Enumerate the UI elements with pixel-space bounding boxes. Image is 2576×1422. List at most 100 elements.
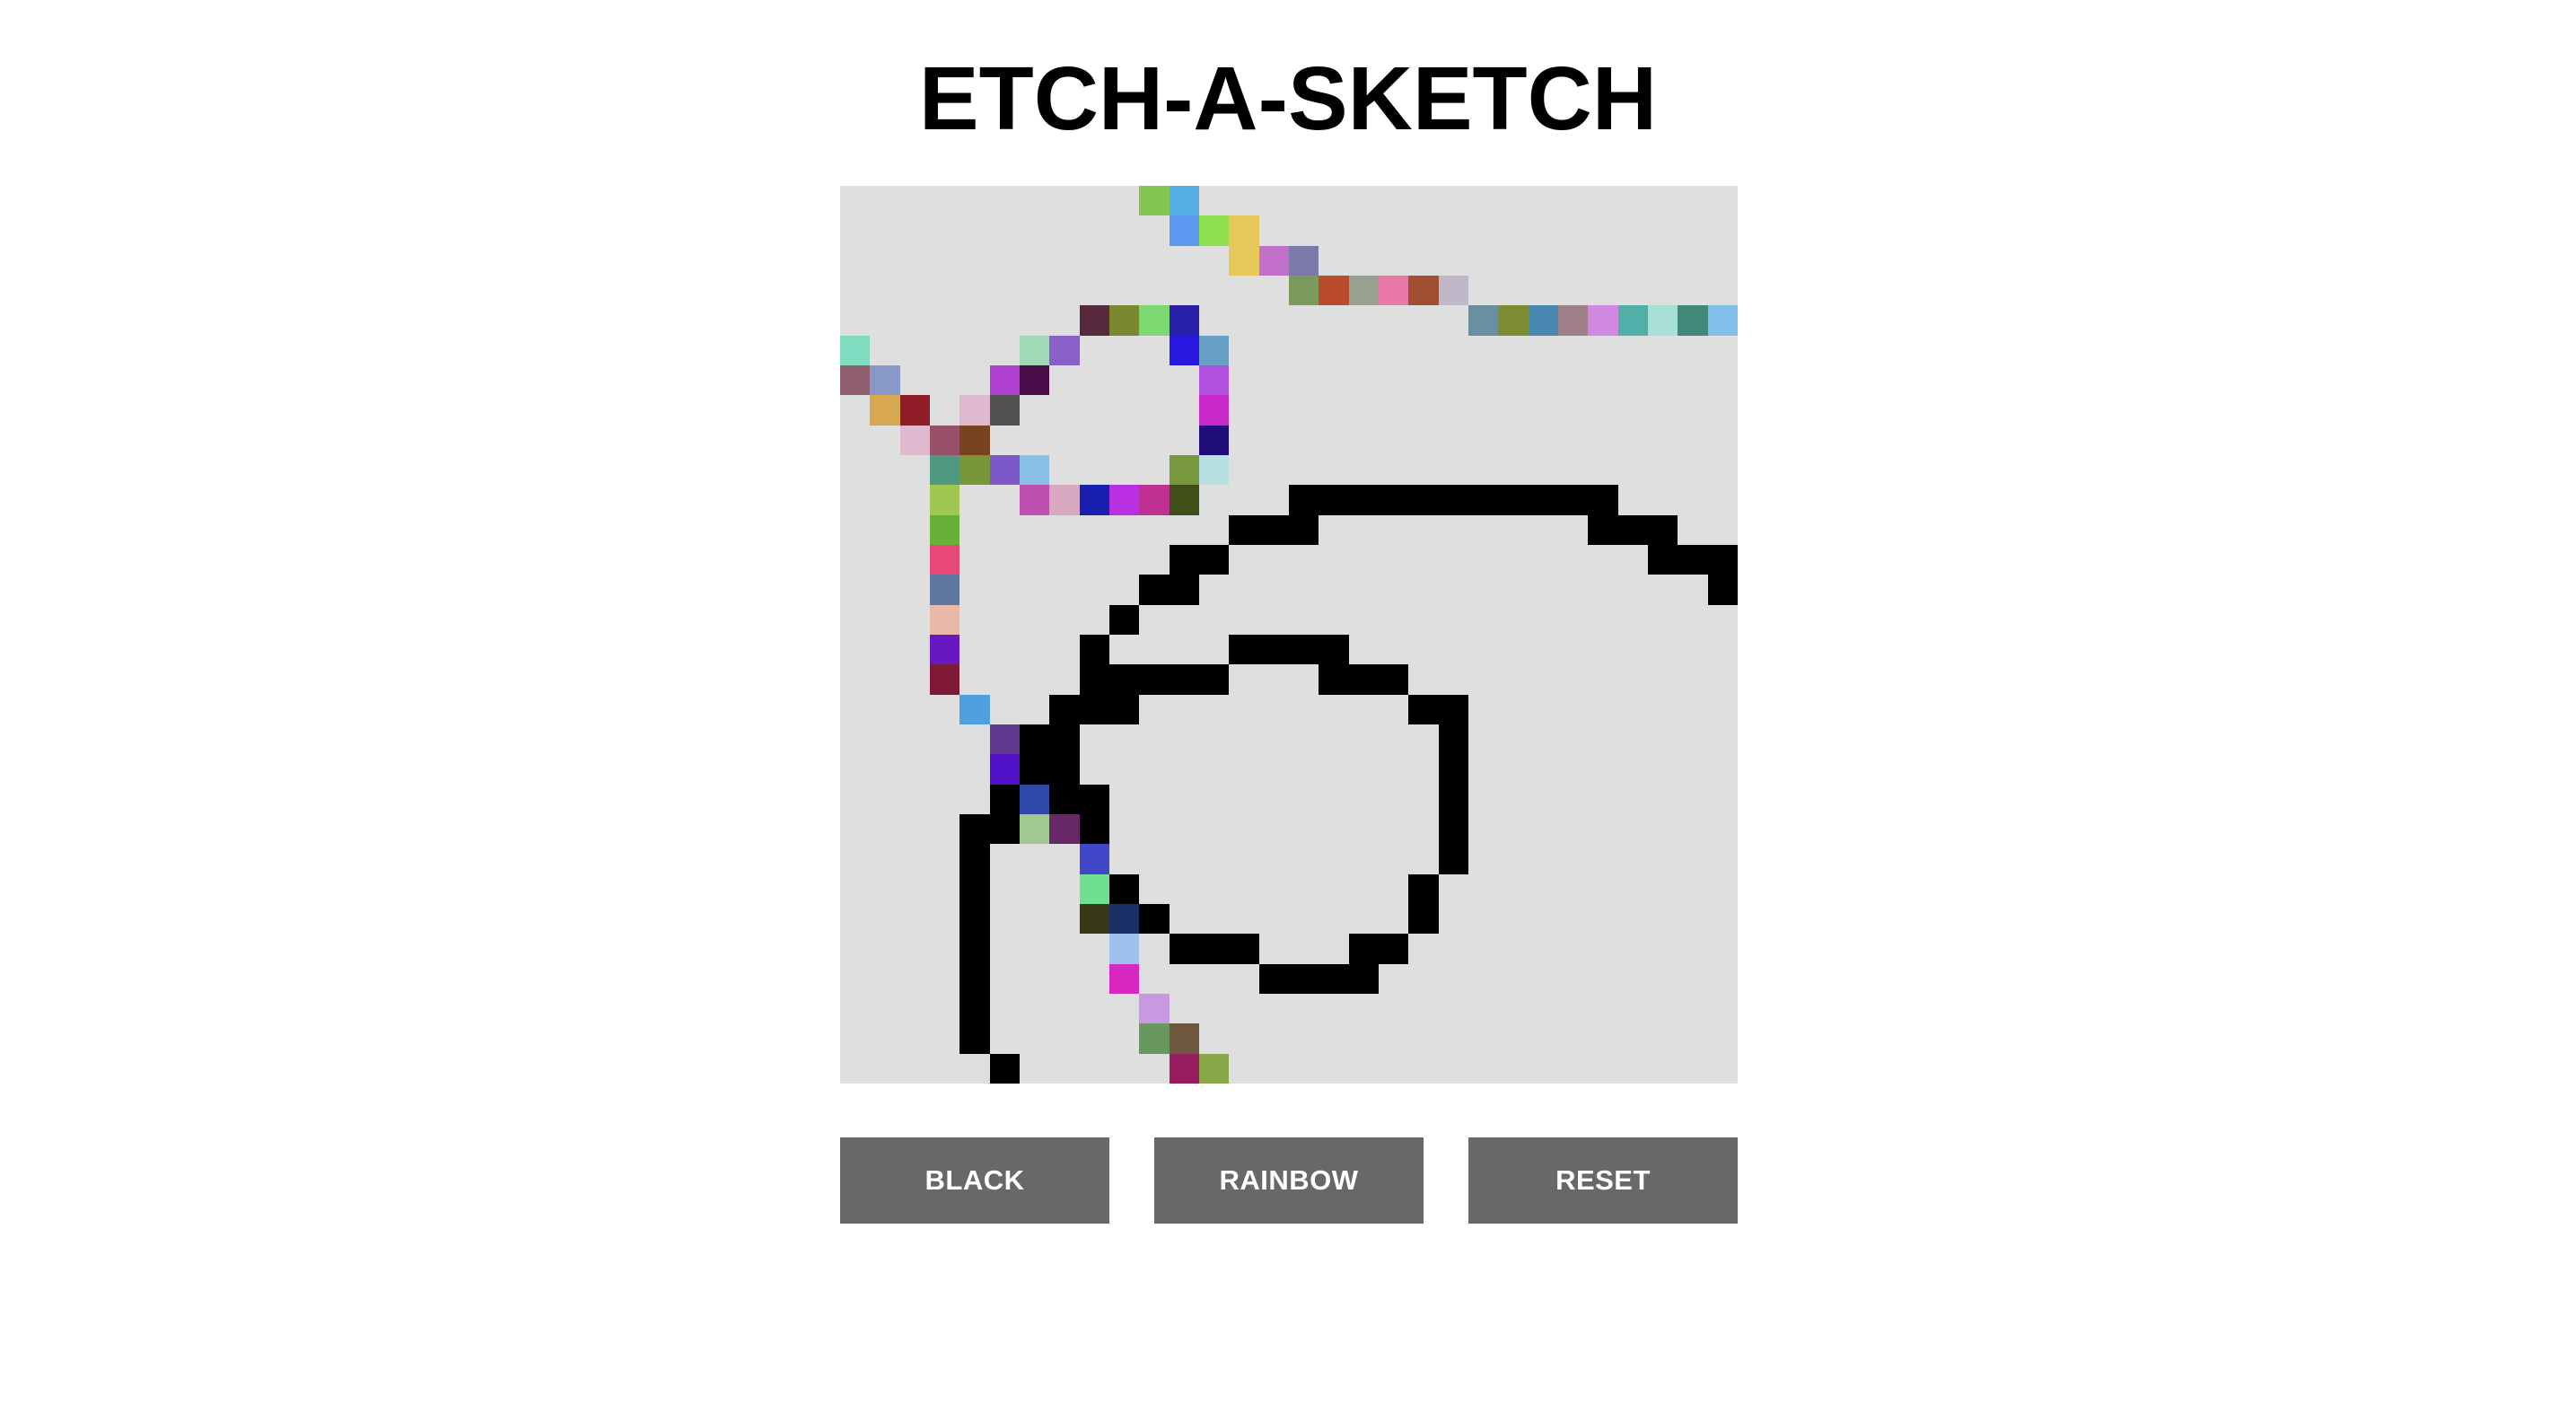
grid-cell[interactable] (1708, 964, 1738, 994)
grid-cell[interactable] (1678, 365, 1707, 395)
grid-cell[interactable] (1468, 215, 1498, 245)
grid-cell[interactable] (1708, 365, 1738, 395)
grid-cell[interactable] (1020, 515, 1049, 545)
grid-cell[interactable] (1588, 844, 1617, 873)
grid-cell[interactable] (1468, 186, 1498, 215)
grid-cell[interactable] (1079, 873, 1109, 904)
grid-cell[interactable] (1258, 963, 1289, 994)
grid-cell[interactable] (1289, 336, 1319, 365)
grid-cell[interactable] (990, 186, 1020, 215)
grid-cell[interactable] (1529, 964, 1558, 994)
grid-cell[interactable] (1229, 545, 1258, 575)
grid-cell[interactable] (1408, 275, 1439, 306)
grid-cell[interactable] (1109, 754, 1139, 784)
grid-cell[interactable] (1678, 455, 1707, 485)
grid-cell[interactable] (1588, 276, 1617, 305)
grid-cell[interactable] (1439, 994, 1468, 1023)
grid-cell[interactable] (870, 305, 899, 335)
grid-cell[interactable] (1170, 246, 1199, 276)
grid-cell[interactable] (1259, 754, 1289, 784)
grid-cell[interactable] (1498, 305, 1529, 336)
grid-cell[interactable] (929, 514, 960, 545)
grid-cell[interactable] (1708, 994, 1738, 1023)
grid-cell[interactable] (870, 336, 899, 365)
grid-cell[interactable] (1678, 395, 1707, 425)
grid-cell[interactable] (1349, 1023, 1379, 1053)
grid-cell[interactable] (1618, 904, 1648, 934)
grid-cell[interactable] (1708, 485, 1738, 514)
grid-cell[interactable] (929, 634, 960, 665)
grid-cell[interactable] (1079, 485, 1109, 515)
grid-cell[interactable] (1439, 1023, 1468, 1053)
grid-cell[interactable] (1498, 395, 1528, 425)
grid-cell[interactable] (1319, 455, 1348, 485)
grid-cell[interactable] (1618, 426, 1648, 455)
grid-cell[interactable] (1379, 575, 1408, 604)
grid-cell[interactable] (1558, 605, 1588, 635)
grid-cell[interactable] (1080, 724, 1109, 754)
grid-cell[interactable] (1408, 186, 1438, 215)
grid-cell[interactable] (1108, 934, 1140, 964)
grid-cell[interactable] (930, 874, 959, 904)
grid-cell[interactable] (989, 813, 1020, 845)
grid-cell[interactable] (1259, 455, 1289, 485)
grid-cell[interactable] (1558, 934, 1588, 963)
grid-cell[interactable] (1079, 784, 1109, 814)
grid-cell[interactable] (1109, 575, 1139, 604)
grid-cell[interactable] (1199, 814, 1229, 844)
grid-cell[interactable] (990, 664, 1020, 694)
grid-cell[interactable] (1588, 395, 1617, 425)
grid-cell[interactable] (1529, 605, 1558, 635)
grid-cell[interactable] (1648, 365, 1678, 395)
grid-cell[interactable] (1648, 215, 1678, 245)
grid-cell[interactable] (1618, 814, 1648, 844)
grid-cell[interactable] (1169, 664, 1199, 695)
grid-cell[interactable] (1109, 186, 1139, 215)
grid-cell[interactable] (990, 575, 1020, 604)
grid-cell[interactable] (1438, 784, 1468, 814)
grid-cell[interactable] (1379, 844, 1408, 873)
grid-cell[interactable] (959, 485, 989, 514)
grid-cell[interactable] (1408, 365, 1438, 395)
grid-cell[interactable] (1708, 395, 1738, 425)
grid-cell[interactable] (840, 395, 870, 425)
grid-cell[interactable] (1139, 1054, 1169, 1084)
grid-cell[interactable] (959, 813, 990, 845)
grid-cell[interactable] (1558, 276, 1588, 305)
grid-cell[interactable] (1049, 1023, 1079, 1053)
grid-cell[interactable] (1289, 395, 1319, 425)
grid-cell[interactable] (1019, 754, 1050, 785)
grid-cell[interactable] (990, 1023, 1020, 1053)
grid-cell[interactable] (1678, 246, 1707, 276)
grid-cell[interactable] (1259, 664, 1289, 694)
grid-cell[interactable] (1529, 724, 1558, 754)
grid-cell[interactable] (1169, 186, 1199, 216)
grid-cell[interactable] (1259, 365, 1289, 395)
grid-cell[interactable] (1139, 605, 1169, 635)
grid-cell[interactable] (1528, 305, 1558, 336)
grid-cell[interactable] (900, 785, 930, 814)
grid-cell[interactable] (1170, 754, 1199, 784)
grid-cell[interactable] (1259, 336, 1289, 365)
grid-cell[interactable] (1588, 785, 1617, 814)
grid-cell[interactable] (1079, 844, 1109, 874)
grid-cell[interactable] (1588, 246, 1617, 276)
grid-cell[interactable] (1109, 844, 1139, 873)
grid-cell[interactable] (1020, 1023, 1049, 1053)
grid-cell[interactable] (1498, 186, 1528, 215)
grid-cell[interactable] (959, 186, 989, 215)
grid-cell[interactable] (1229, 754, 1258, 784)
grid-cell[interactable] (1408, 485, 1439, 515)
grid-cell[interactable] (1019, 335, 1050, 365)
rainbow-button[interactable]: RAINBOW (1154, 1137, 1424, 1224)
grid-cell[interactable] (1439, 964, 1468, 994)
grid-cell[interactable] (1618, 754, 1648, 784)
grid-cell[interactable] (959, 694, 990, 724)
grid-cell[interactable] (1049, 455, 1079, 485)
grid-cell[interactable] (1229, 934, 1259, 964)
grid-cell[interactable] (1529, 874, 1558, 904)
grid-cell[interactable] (840, 605, 870, 635)
grid-cell[interactable] (990, 426, 1020, 455)
grid-cell[interactable] (1109, 1023, 1139, 1053)
grid-cell[interactable] (990, 515, 1020, 545)
